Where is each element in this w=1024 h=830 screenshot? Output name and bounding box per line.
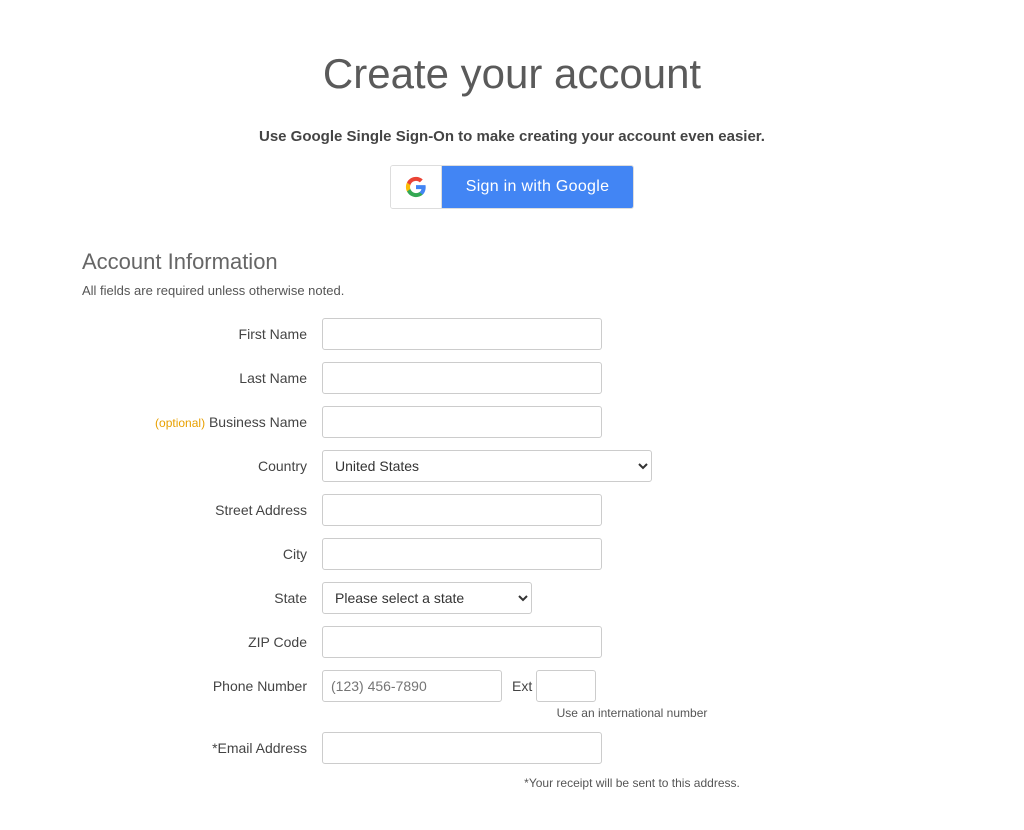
country-select[interactable]: United States Canada United Kingdom Aust…	[322, 450, 652, 482]
street-address-label: Street Address	[82, 502, 322, 518]
section-title: Account Information	[82, 249, 942, 275]
city-input[interactable]	[322, 538, 602, 570]
ext-input[interactable]	[536, 670, 596, 702]
zip-code-input[interactable]	[322, 626, 602, 658]
google-signin-button[interactable]: Sign in with Google	[390, 165, 635, 209]
google-icon	[405, 176, 427, 198]
city-row: City	[82, 538, 942, 570]
email-address-row: *Email Address	[82, 732, 942, 764]
required-note: All fields are required unless otherwise…	[82, 283, 942, 298]
google-button-label: Sign in with Google	[442, 166, 634, 208]
last-name-label: Last Name	[82, 370, 322, 386]
page-container: Create your account Use Google Single Si…	[62, 20, 962, 810]
phone-number-label: Phone Number	[82, 678, 322, 694]
phone-number-input[interactable]	[322, 670, 502, 702]
country-row: Country United States Canada United King…	[82, 450, 942, 482]
last-name-row: Last Name	[82, 362, 942, 394]
sso-description: Use Google Single Sign-On to make creati…	[82, 128, 942, 145]
state-label: State	[82, 590, 322, 606]
email-asterisk: *	[212, 740, 217, 756]
zip-code-row: ZIP Code	[82, 626, 942, 658]
first-name-row: First Name	[82, 318, 942, 350]
account-info-section: Account Information All fields are requi…	[82, 249, 942, 790]
page-title: Create your account	[82, 50, 942, 98]
phone-number-row: Phone Number Ext	[82, 670, 942, 702]
zip-code-label: ZIP Code	[82, 634, 322, 650]
city-label: City	[82, 546, 322, 562]
business-name-row: (optional) Business Name	[82, 406, 942, 438]
receipt-note: *Your receipt will be sent to this addre…	[322, 776, 942, 790]
email-address-input[interactable]	[322, 732, 602, 764]
google-icon-box	[391, 166, 442, 208]
state-select[interactable]: Please select a state Alabama Alaska Ari…	[322, 582, 532, 614]
optional-tag: (optional)	[155, 416, 205, 430]
email-address-label: *Email Address	[82, 740, 322, 756]
street-address-input[interactable]	[322, 494, 602, 526]
state-row: State Please select a state Alabama Alas…	[82, 582, 942, 614]
first-name-input[interactable]	[322, 318, 602, 350]
ext-label: Ext	[512, 678, 532, 694]
business-name-input[interactable]	[322, 406, 602, 438]
street-address-row: Street Address	[82, 494, 942, 526]
country-label: Country	[82, 458, 322, 474]
first-name-label: First Name	[82, 326, 322, 342]
business-name-label: (optional) Business Name	[82, 414, 322, 430]
intl-note: Use an international number	[322, 706, 942, 720]
sso-section: Use Google Single Sign-On to make creati…	[82, 128, 942, 209]
last-name-input[interactable]	[322, 362, 602, 394]
